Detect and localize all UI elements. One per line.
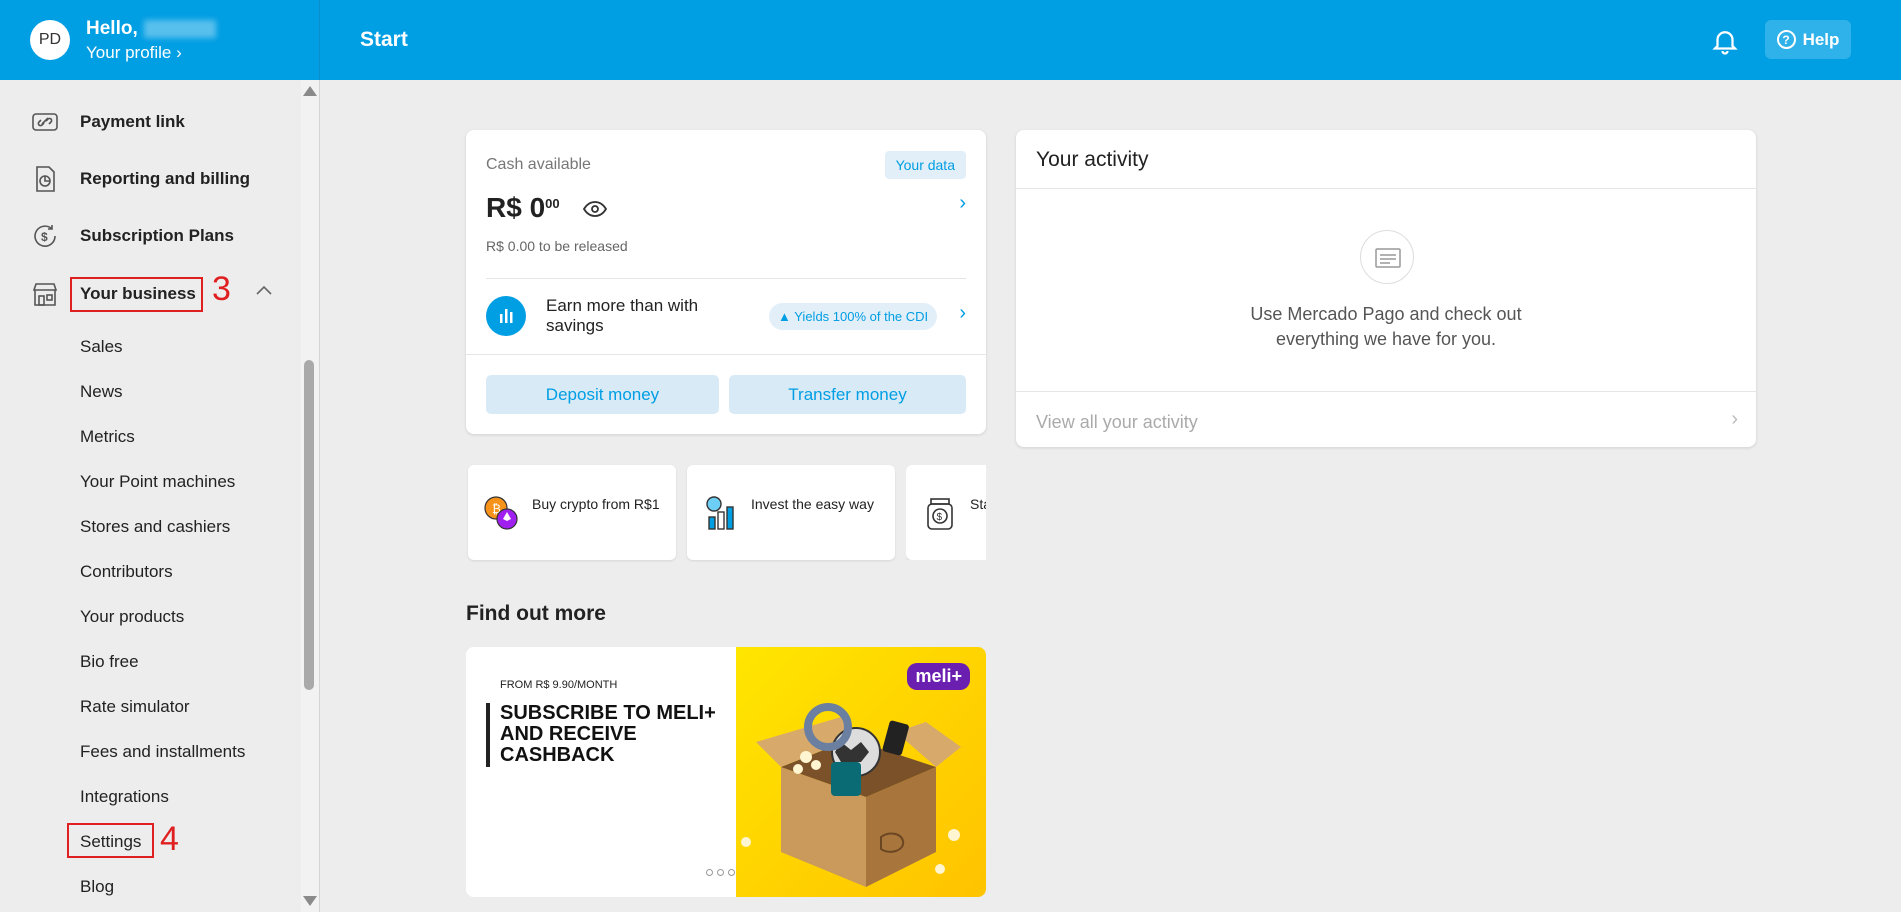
sidebar-sub-item[interactable]: News bbox=[80, 382, 123, 402]
highlight-box-settings bbox=[67, 823, 154, 858]
step-number-3: 3 bbox=[212, 270, 231, 308]
sidebar-item-subscription[interactable]: $ Subscription Plans bbox=[30, 218, 234, 254]
sidebar-sub-item[interactable]: Your products bbox=[80, 607, 184, 627]
eye-icon[interactable] bbox=[582, 200, 608, 218]
step-number-4: 4 bbox=[160, 820, 179, 858]
yield-badge: ▲ Yields 100% of the CDI bbox=[769, 303, 938, 330]
money-jar-icon: $ bbox=[927, 498, 953, 530]
shortcut-invest[interactable]: Invest the easy way bbox=[687, 465, 895, 560]
your-data-button[interactable]: Your data bbox=[884, 151, 966, 179]
sidebar-sub-item[interactable]: Bio free bbox=[80, 652, 139, 672]
chevron-up-icon[interactable] bbox=[256, 285, 272, 295]
help-label: Help bbox=[1802, 29, 1840, 49]
sidebar-item-label: Reporting and billing bbox=[80, 169, 250, 188]
hello-greeting: Hello, bbox=[86, 18, 216, 40]
carousel-dots[interactable] bbox=[706, 869, 735, 876]
shortcut-label: Sta no bbox=[970, 496, 986, 512]
gift-box-illustration bbox=[741, 703, 961, 887]
divider bbox=[1016, 188, 1756, 189]
cash-amount: R$ 000 bbox=[486, 192, 560, 223]
shortcut-money-jar[interactable]: $ Sta no bbox=[906, 465, 986, 560]
banner-accent-bar bbox=[486, 703, 490, 767]
sidebar-sub-item[interactable]: Fees and installments bbox=[80, 742, 245, 762]
banner-headline: SUBSCRIBE TO MELI+ AND RECEIVE CASHBACK bbox=[500, 702, 716, 766]
shortcut-label: Invest the easy way bbox=[751, 496, 874, 512]
sidebar: Payment link Reporting and billing $ Sub… bbox=[0, 80, 320, 912]
sidebar-sub-item[interactable]: Integrations bbox=[80, 787, 169, 807]
receipt-icon bbox=[1360, 230, 1414, 284]
banner-image: meli+ bbox=[736, 647, 986, 897]
activity-title: Your activity bbox=[1036, 148, 1149, 171]
activity-card: Your activity Use Mercado Pago and check… bbox=[1016, 130, 1756, 447]
shortcut-label: Buy crypto from R$1 bbox=[532, 496, 660, 512]
help-button[interactable]: ? Help bbox=[1765, 20, 1851, 59]
chevron-right-icon[interactable]: › bbox=[959, 302, 966, 325]
savings-chart-icon bbox=[486, 296, 526, 336]
find-out-more-heading: Find out more bbox=[466, 602, 606, 625]
scroll-up-arrow-icon[interactable] bbox=[303, 86, 317, 96]
divider bbox=[486, 278, 966, 279]
cash-card: Cash available Your data R$ 000 › R$ 0.0… bbox=[466, 130, 986, 434]
top-bar: PD Hello, Your profile › Start ? Help bbox=[0, 0, 1901, 80]
subscription-icon: $ bbox=[34, 225, 56, 247]
crypto-icon: ₿ bbox=[484, 496, 518, 530]
banner-price: FROM R$ 9.90/MONTH bbox=[500, 679, 618, 691]
svg-text:$: $ bbox=[937, 512, 943, 523]
activity-empty-message: Use Mercado Pago and check out everythin… bbox=[1250, 304, 1522, 349]
sidebar-sub-item[interactable]: Contributors bbox=[80, 562, 173, 582]
transfer-money-button[interactable]: Transfer money bbox=[729, 375, 966, 414]
scrollbar-thumb[interactable] bbox=[304, 360, 314, 690]
reporting-icon bbox=[36, 166, 55, 192]
to-be-released-text: R$ 0.00 to be released bbox=[486, 238, 628, 254]
meli-plus-banner[interactable]: FROM R$ 9.90/MONTH SUBSCRIBE TO MELI+ AN… bbox=[466, 647, 986, 897]
chevron-right-icon[interactable]: › bbox=[959, 192, 966, 215]
store-icon bbox=[32, 283, 58, 306]
profile-area[interactable]: PD Hello, Your profile › bbox=[0, 0, 320, 80]
invest-icon bbox=[706, 496, 734, 530]
payment-link-icon bbox=[32, 113, 58, 131]
sidebar-sub-item[interactable]: Your Point machines bbox=[80, 472, 235, 492]
bell-icon[interactable] bbox=[1710, 26, 1740, 56]
savings-promo-text[interactable]: Earn more than with savings bbox=[546, 296, 726, 336]
sidebar-sub-item[interactable]: Rate simulator bbox=[80, 697, 190, 717]
sidebar-sub-item[interactable]: Sales bbox=[80, 337, 123, 357]
sidebar-item-label: Payment link bbox=[80, 112, 185, 131]
sidebar-item-label: Subscription Plans bbox=[80, 226, 234, 245]
avatar[interactable]: PD bbox=[30, 20, 70, 60]
page-title: Start bbox=[360, 28, 408, 51]
svg-text:$: $ bbox=[41, 230, 48, 244]
help-icon: ? bbox=[1776, 30, 1796, 49]
scroll-down-arrow-icon[interactable] bbox=[303, 896, 317, 906]
sidebar-item-reporting[interactable]: Reporting and billing bbox=[30, 161, 250, 197]
divider bbox=[1016, 391, 1756, 392]
your-profile-link[interactable]: Your profile › bbox=[86, 43, 182, 63]
banner-text-area: FROM R$ 9.90/MONTH SUBSCRIBE TO MELI+ AN… bbox=[466, 647, 736, 897]
chevron-right-icon[interactable]: › bbox=[1731, 408, 1738, 431]
highlight-box-your-business bbox=[70, 277, 203, 312]
shortcut-clip: $ Sta no bbox=[906, 465, 986, 560]
view-all-activity-link[interactable]: View all your activity bbox=[1036, 412, 1198, 433]
sidebar-sub-item[interactable]: Metrics bbox=[80, 427, 135, 447]
shortcut-buy-crypto[interactable]: ₿ Buy crypto from R$1 bbox=[468, 465, 676, 560]
sidebar-sub-item[interactable]: Blog bbox=[80, 877, 114, 897]
sidebar-sub-item[interactable]: Stores and cashiers bbox=[80, 517, 230, 537]
cash-available-label: Cash available bbox=[486, 156, 591, 173]
deposit-money-button[interactable]: Deposit money bbox=[486, 375, 719, 414]
blurred-name bbox=[143, 19, 216, 38]
sidebar-item-payment-link[interactable]: Payment link bbox=[30, 104, 185, 140]
divider bbox=[466, 354, 986, 355]
